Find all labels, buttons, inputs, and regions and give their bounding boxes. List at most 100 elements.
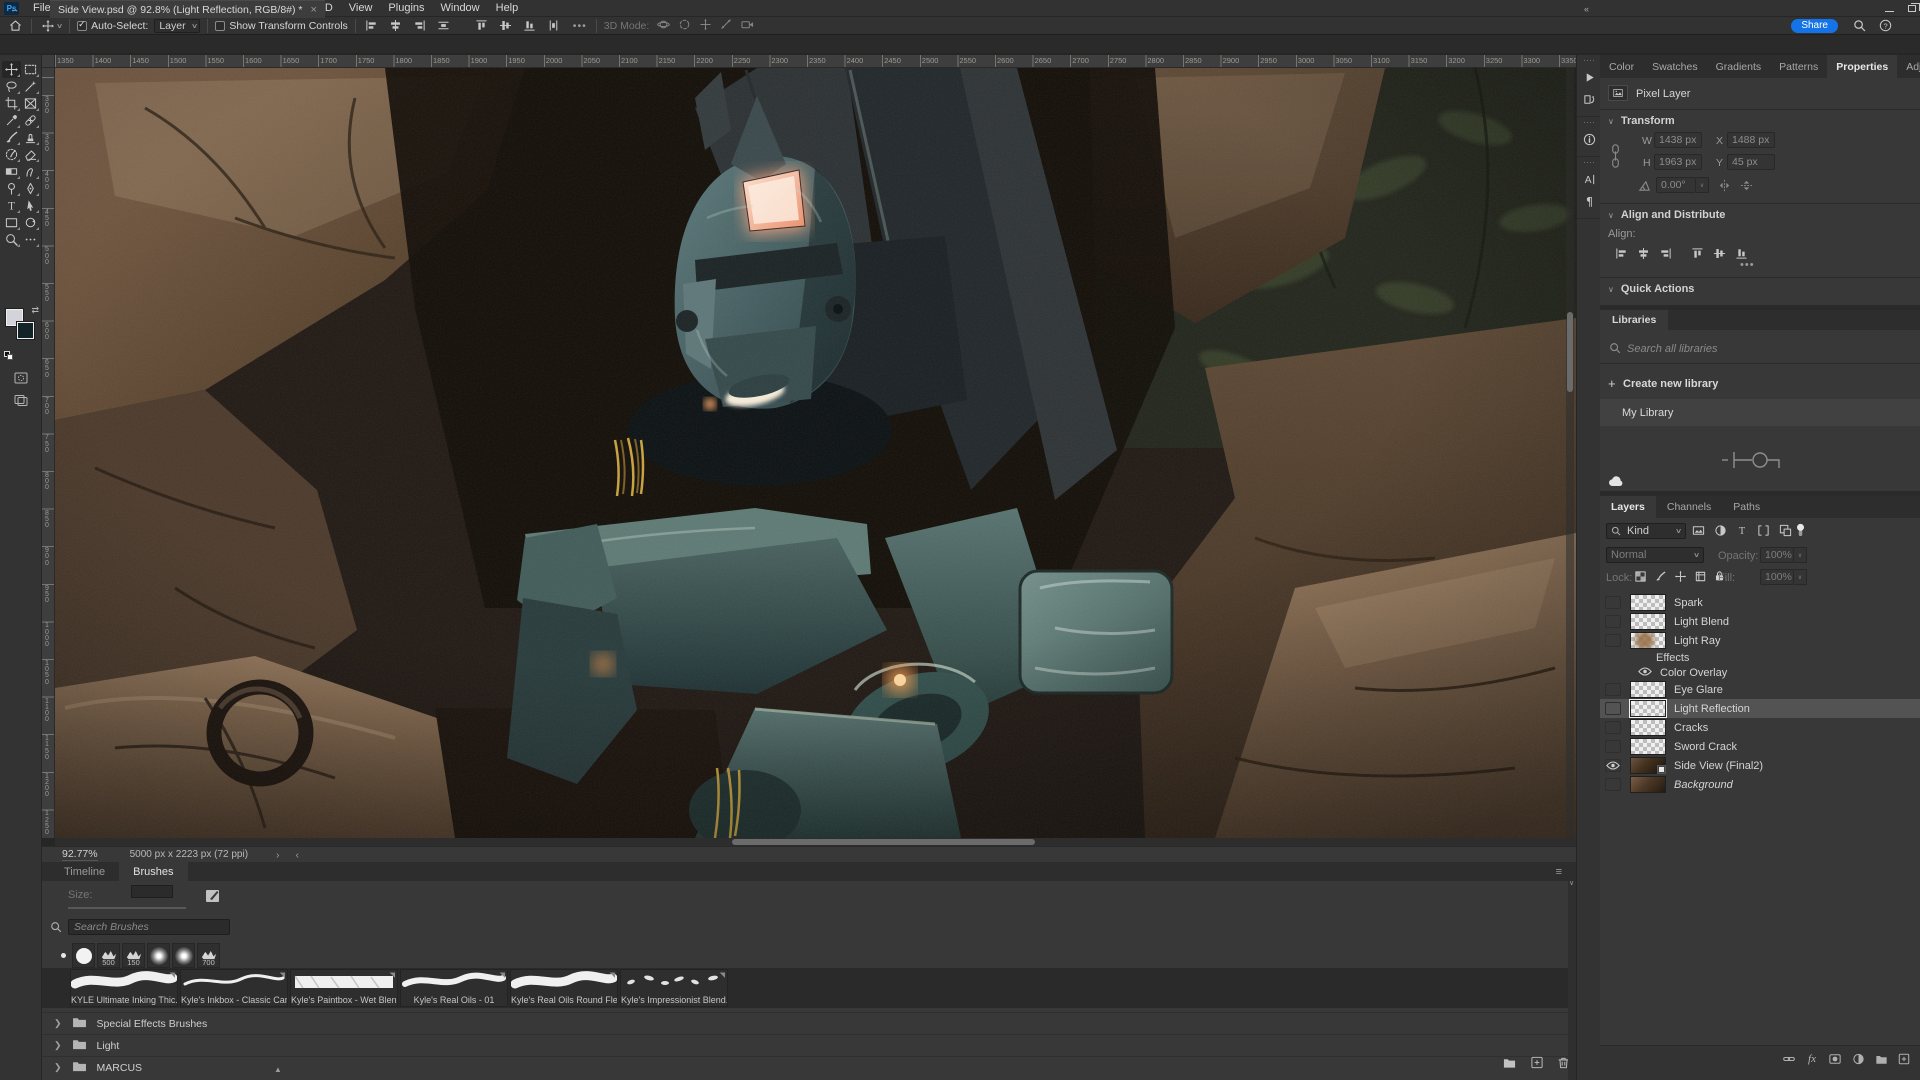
filter-toggle-icon[interactable] — [1796, 523, 1805, 540]
lock-position-icon[interactable] — [1674, 570, 1687, 586]
tab-patterns[interactable]: Patterns — [1770, 55, 1827, 78]
auto-select-checkbox[interactable] — [77, 21, 87, 31]
lasso-tool[interactable] — [2, 78, 21, 95]
x-field[interactable]: 1488 px — [1727, 132, 1775, 148]
recent-brush-3[interactable]: 150 — [122, 943, 145, 968]
align-section-header[interactable]: ∨Align and Distribute — [1608, 209, 1725, 221]
layer-thumbnail[interactable] — [1630, 594, 1666, 611]
search-icon[interactable] — [1850, 18, 1868, 34]
filter-pixel-icon[interactable] — [1692, 524, 1705, 540]
align-center-h-button[interactable] — [1634, 245, 1652, 261]
layer-row[interactable]: Side View (Final2) — [1600, 756, 1920, 775]
recent-brush-4[interactable] — [147, 943, 170, 968]
auto-select-target-dropdown[interactable]: Layer ∨ — [154, 19, 200, 33]
brush-folder-light[interactable]: ❯Light — [42, 1034, 1576, 1056]
brush-folder-special-effects-brushes[interactable]: ❯Special Effects Brushes — [42, 1012, 1576, 1034]
show-transform-checkbox[interactable] — [215, 21, 225, 31]
layer-effects-header[interactable]: Effects — [1600, 650, 1920, 665]
recent-brush-0[interactable] — [56, 943, 70, 968]
orbit-3d-icon[interactable] — [657, 18, 670, 34]
layer-row[interactable]: Spark — [1600, 593, 1920, 612]
home-icon[interactable] — [6, 18, 24, 34]
visibility-toggle[interactable] — [1605, 721, 1621, 734]
paragraph-icon[interactable]: ¶ — [1577, 190, 1601, 212]
align-center-v-icon[interactable] — [497, 18, 515, 34]
cloud-sync-icon[interactable] — [1608, 475, 1624, 490]
brush-settings-icon[interactable] — [205, 887, 221, 906]
brush-preset[interactable]: ◥Kyle's Inkbox - Classic Cart... — [180, 969, 288, 1007]
layer-effect[interactable]: Color Overlay — [1600, 665, 1920, 680]
lock-transparent-icon[interactable] — [1634, 570, 1647, 586]
brush-search-input[interactable]: Search Brushes — [68, 919, 230, 935]
distribute-h-icon[interactable] — [435, 18, 453, 34]
pen-tool[interactable] — [21, 180, 40, 197]
align-top-icon[interactable] — [473, 18, 491, 34]
visibility-toggle[interactable] — [1605, 596, 1621, 609]
background-color-swatch[interactable] — [17, 322, 34, 339]
ruler-vertical[interactable]: 3 0 03 5 04 0 04 5 05 0 05 5 06 0 06 5 0… — [42, 68, 55, 838]
brush-size-value-field[interactable] — [131, 885, 173, 898]
collapse-toolbar-icon[interactable]: ↔ — [10, 4, 18, 14]
brushes-scrollbar[interactable]: ∨ — [1568, 881, 1576, 1080]
new-brush-icon[interactable] — [1530, 1056, 1544, 1072]
visibility-toggle[interactable] — [1605, 634, 1621, 647]
blend-mode-dropdown[interactable]: Normal ∨ — [1606, 547, 1704, 563]
menu-plugins[interactable]: Plugins — [380, 0, 432, 17]
fill-field[interactable]: 100% — [1760, 569, 1794, 585]
tab-timeline[interactable]: Timeline — [50, 862, 119, 881]
layer-style-icon[interactable]: fx — [1804, 1052, 1820, 1066]
panel-menu-icon[interactable]: ≡ — [1556, 866, 1562, 878]
filter-type-icon[interactable]: T — [1736, 524, 1748, 540]
libraries-search-input[interactable]: Search all libraries — [1627, 343, 1717, 355]
history-brush-tool[interactable] — [2, 146, 21, 163]
height-field[interactable]: 1963 px — [1654, 154, 1702, 170]
frame-tool[interactable] — [21, 95, 40, 112]
filter-smart-icon[interactable] — [1779, 524, 1792, 540]
tab-color[interactable]: Color — [1600, 55, 1643, 78]
tab-paths[interactable]: Paths — [1722, 496, 1771, 518]
move-tool[interactable] — [2, 61, 21, 78]
tool-preset-chevron-icon[interactable]: ∨ — [56, 22, 63, 30]
y-field[interactable]: 45 px — [1727, 154, 1775, 170]
link-dimensions-icon[interactable] — [1609, 143, 1622, 172]
new-brush-group-icon[interactable] — [1502, 1056, 1517, 1072]
layer-row[interactable]: Light Reflection — [1600, 699, 1920, 718]
align-left-icon[interactable] — [363, 18, 381, 34]
align-left-button[interactable] — [1612, 245, 1630, 261]
new-layer-icon[interactable] — [1896, 1052, 1912, 1066]
align-center-h-icon[interactable] — [387, 18, 405, 34]
document-tab[interactable]: Side View.psd @ 92.8% (Light Reflection,… — [50, 0, 325, 18]
layer-thumbnail[interactable] — [1630, 681, 1666, 698]
scroll-up-icon[interactable]: ▲ — [274, 1065, 282, 1074]
link-layers-icon[interactable] — [1781, 1052, 1797, 1066]
status-flyout-icon[interactable]: › — [276, 849, 280, 861]
minimize-button[interactable] — [1885, 3, 1894, 15]
opacity-field[interactable]: 100% — [1760, 547, 1794, 563]
new-group-icon[interactable] — [1873, 1052, 1889, 1066]
ruler-horizontal[interactable]: 1350140014501500155016001650170017501800… — [55, 55, 1576, 68]
filter-shape-icon[interactable] — [1757, 524, 1770, 540]
visibility-toggle[interactable] — [1605, 615, 1621, 628]
eyedropper-tool[interactable] — [2, 112, 21, 129]
more-options-icon[interactable]: ••• — [571, 18, 589, 34]
menu-help[interactable]: Help — [488, 0, 527, 17]
layer-thumbnail[interactable] — [1630, 613, 1666, 630]
canvas-vertical-scrollbar[interactable] — [1566, 68, 1574, 838]
rectangle-tool[interactable] — [2, 214, 21, 231]
recent-brush-1[interactable] — [72, 943, 95, 968]
brush-size-slider[interactable] — [68, 907, 186, 909]
actions-play-icon[interactable] — [1577, 66, 1601, 88]
type-tool[interactable]: T — [2, 197, 21, 214]
brush-preset[interactable]: ◥Kyle's Real Oils Round Flex... — [510, 969, 618, 1007]
object-selection-tool[interactable] — [21, 78, 40, 95]
angle-field[interactable]: 0.00° — [1656, 177, 1696, 193]
tab-brushes[interactable]: Brushes — [119, 862, 187, 881]
quick-mask-button[interactable] — [6, 371, 36, 385]
layer-thumbnail[interactable] — [1630, 738, 1666, 755]
restore-button[interactable] — [1908, 3, 1916, 15]
healing-brush-tool[interactable] — [21, 112, 40, 129]
path-select-tool[interactable] — [21, 197, 40, 214]
add-mask-icon[interactable] — [1827, 1052, 1843, 1066]
camera-3d-icon[interactable] — [741, 18, 754, 34]
align-right-button[interactable] — [1656, 245, 1674, 261]
